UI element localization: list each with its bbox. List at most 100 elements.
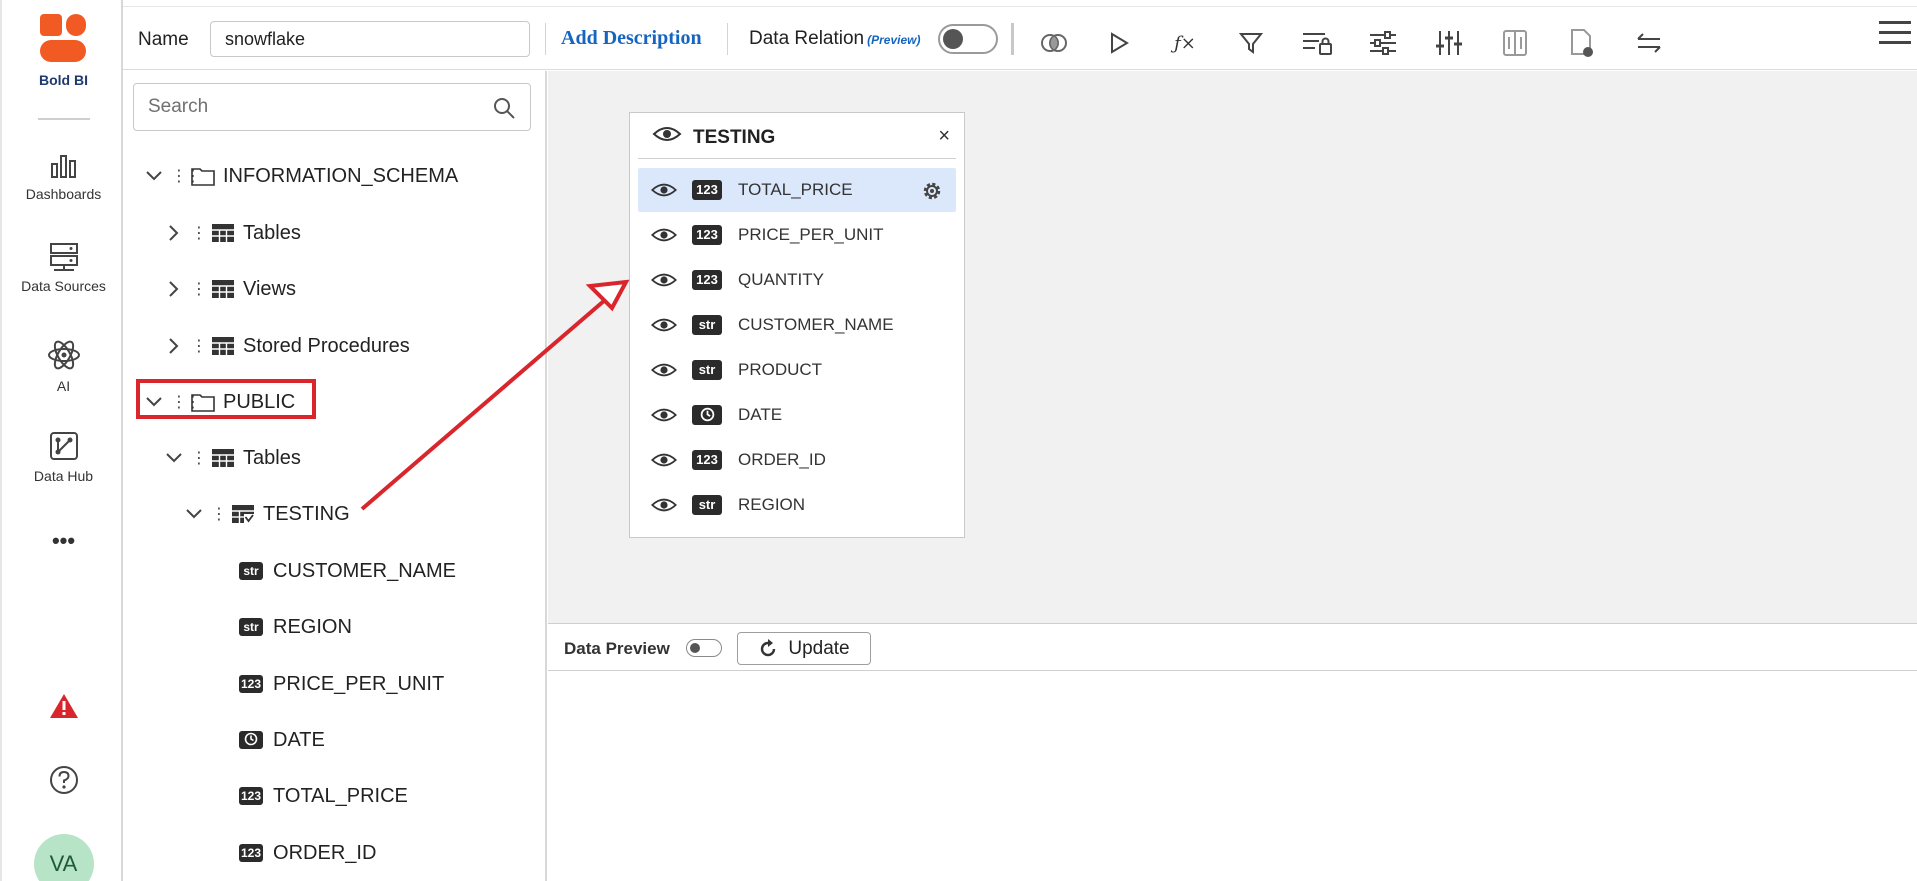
menu-icon[interactable] [1879, 21, 1911, 49]
eye-icon[interactable] [642, 271, 686, 289]
update-button[interactable]: Update [737, 632, 871, 665]
table-card-testing[interactable]: TESTING × 123 TOTAL_PRICE 123 PRICE_PER_… [629, 112, 965, 538]
nav-item-dashboards[interactable]: Dashboards [2, 152, 125, 202]
toggle-knob [943, 29, 963, 49]
field-name: DATE [738, 405, 783, 424]
field-name: TOTAL_PRICE [738, 180, 853, 199]
search-input[interactable] [148, 96, 468, 118]
table-checked-icon [231, 504, 255, 524]
designer-toolbar: Name Add Description Data Relation(Previ… [123, 6, 1917, 70]
eye-icon[interactable] [652, 124, 682, 144]
number-type-icon: 123 [692, 225, 722, 245]
search-icon[interactable] [492, 96, 516, 120]
folder-icon [191, 166, 215, 186]
str-type-icon: str [692, 495, 722, 515]
str-type-icon: str [239, 562, 263, 580]
data-preview-toggle[interactable] [686, 639, 722, 657]
tree-node-views[interactable]: ⋮⋮ Views [163, 272, 296, 306]
brand[interactable]: Bold BI [2, 12, 125, 88]
name-label: Name [138, 29, 189, 50]
tree-column[interactable]: 123 ORDER_ID [239, 836, 376, 870]
drag-handle-icon[interactable]: ⋮⋮ [211, 504, 241, 524]
table-card-row[interactable]: str CUSTOMER_NAME [638, 303, 956, 347]
tree-node-tables[interactable]: ⋮⋮ Tables [163, 216, 301, 250]
drag-handle-icon[interactable]: ⋮⋮ [191, 223, 221, 243]
table-card-row[interactable]: str PRODUCT [638, 348, 956, 392]
file-icon[interactable] [1566, 27, 1598, 59]
drag-handle-icon[interactable]: ⋮⋮ [191, 336, 221, 356]
filter-icon[interactable] [1235, 27, 1267, 59]
table-card-row[interactable]: DATE [638, 393, 956, 437]
drag-handle-icon[interactable]: ⋮⋮ [171, 166, 201, 186]
schema-search[interactable] [133, 83, 531, 131]
nav-item-data-hub[interactable]: Data Hub [2, 430, 125, 484]
add-description-link[interactable]: Add Description [561, 27, 702, 50]
column-sliders-icon[interactable] [1433, 27, 1465, 59]
eye-icon[interactable] [642, 226, 686, 244]
left-navigation: Bold BI Dashboards Data Sources AI Data … [0, 0, 123, 881]
help-icon[interactable] [2, 764, 125, 801]
eye-icon[interactable] [642, 316, 686, 334]
table-card-title: TESTING [693, 127, 776, 148]
settings-sliders-icon[interactable] [1367, 27, 1399, 59]
tree-column[interactable]: DATE [239, 723, 325, 757]
data-hub-icon [49, 432, 78, 460]
chevron-down-icon[interactable] [163, 447, 185, 469]
chevron-down-icon[interactable] [183, 503, 205, 525]
chevron-right-icon[interactable] [163, 222, 185, 244]
row-security-icon[interactable] [1301, 27, 1333, 59]
tree-column[interactable]: 123 PRICE_PER_UNIT [239, 667, 444, 701]
eye-icon[interactable] [642, 361, 686, 379]
tree-node-testing[interactable]: ⋮⋮ TESTING [183, 497, 350, 531]
eye-icon[interactable] [642, 181, 686, 199]
str-type-icon: str [239, 618, 263, 636]
bold-bi-logo-icon [38, 12, 90, 64]
more-icon[interactable]: ••• [2, 528, 125, 554]
tree-node-public-tables[interactable]: ⋮⋮ Tables [163, 441, 301, 475]
chevron-right-icon[interactable] [163, 335, 185, 357]
tree-label: Stored Procedures [243, 334, 410, 357]
str-type-icon: str [692, 360, 722, 380]
eye-icon[interactable] [642, 496, 686, 514]
update-label: Update [788, 637, 850, 659]
table-card-row[interactable]: 123 TOTAL_PRICE [638, 168, 956, 212]
nav-item-ai[interactable]: AI [2, 338, 125, 394]
chevron-down-icon[interactable] [143, 165, 165, 187]
close-icon[interactable]: × [938, 125, 950, 148]
drag-handle-icon[interactable]: ⋮⋮ [191, 448, 221, 468]
table-card-row[interactable]: 123 ORDER_ID [638, 438, 956, 482]
table-card-row[interactable]: 123 QUANTITY [638, 258, 956, 302]
server-icon [49, 243, 78, 271]
str-type-icon: str [692, 315, 722, 335]
data-relation-toggle[interactable] [938, 24, 998, 54]
drag-handle-icon[interactable]: ⋮⋮ [191, 279, 221, 299]
toolbar-divider [1011, 23, 1014, 55]
name-input[interactable] [210, 21, 530, 57]
gear-icon[interactable] [920, 179, 944, 203]
number-type-icon: 123 [239, 844, 264, 862]
data-relation-text: Data Relation [749, 28, 865, 49]
eye-icon[interactable] [642, 406, 686, 424]
table-icon [211, 448, 235, 468]
join-icon[interactable] [1038, 27, 1070, 59]
chevron-right-icon[interactable] [163, 278, 185, 300]
user-avatar[interactable]: VA [2, 834, 125, 881]
field-name: PRICE_PER_UNIT [738, 225, 884, 244]
warning-icon[interactable] [2, 692, 125, 725]
tree-column[interactable]: str CUSTOMER_NAME [239, 554, 456, 588]
table-card-row[interactable]: str REGION [638, 483, 956, 527]
table-icon [211, 223, 235, 243]
swap-icon[interactable] [1633, 27, 1665, 59]
split-icon[interactable] [1499, 27, 1531, 59]
nav-item-data-sources[interactable]: Data Sources [2, 242, 125, 294]
expression-icon[interactable]: ƒ× [1169, 27, 1201, 59]
eye-icon[interactable] [642, 451, 686, 469]
tree-node-information-schema[interactable]: ⋮⋮ INFORMATION_SCHEMA [143, 159, 458, 193]
tree-column[interactable]: str REGION [239, 610, 352, 644]
column-name: TOTAL_PRICE [273, 784, 408, 807]
tree-node-stored-procedures[interactable]: ⋮⋮ Stored Procedures [163, 329, 410, 363]
table-card-row[interactable]: 123 PRICE_PER_UNIT [638, 213, 956, 257]
preview-tag: (Preview) [867, 33, 921, 47]
tree-column[interactable]: 123 TOTAL_PRICE [239, 779, 408, 813]
run-icon[interactable] [1103, 27, 1135, 59]
